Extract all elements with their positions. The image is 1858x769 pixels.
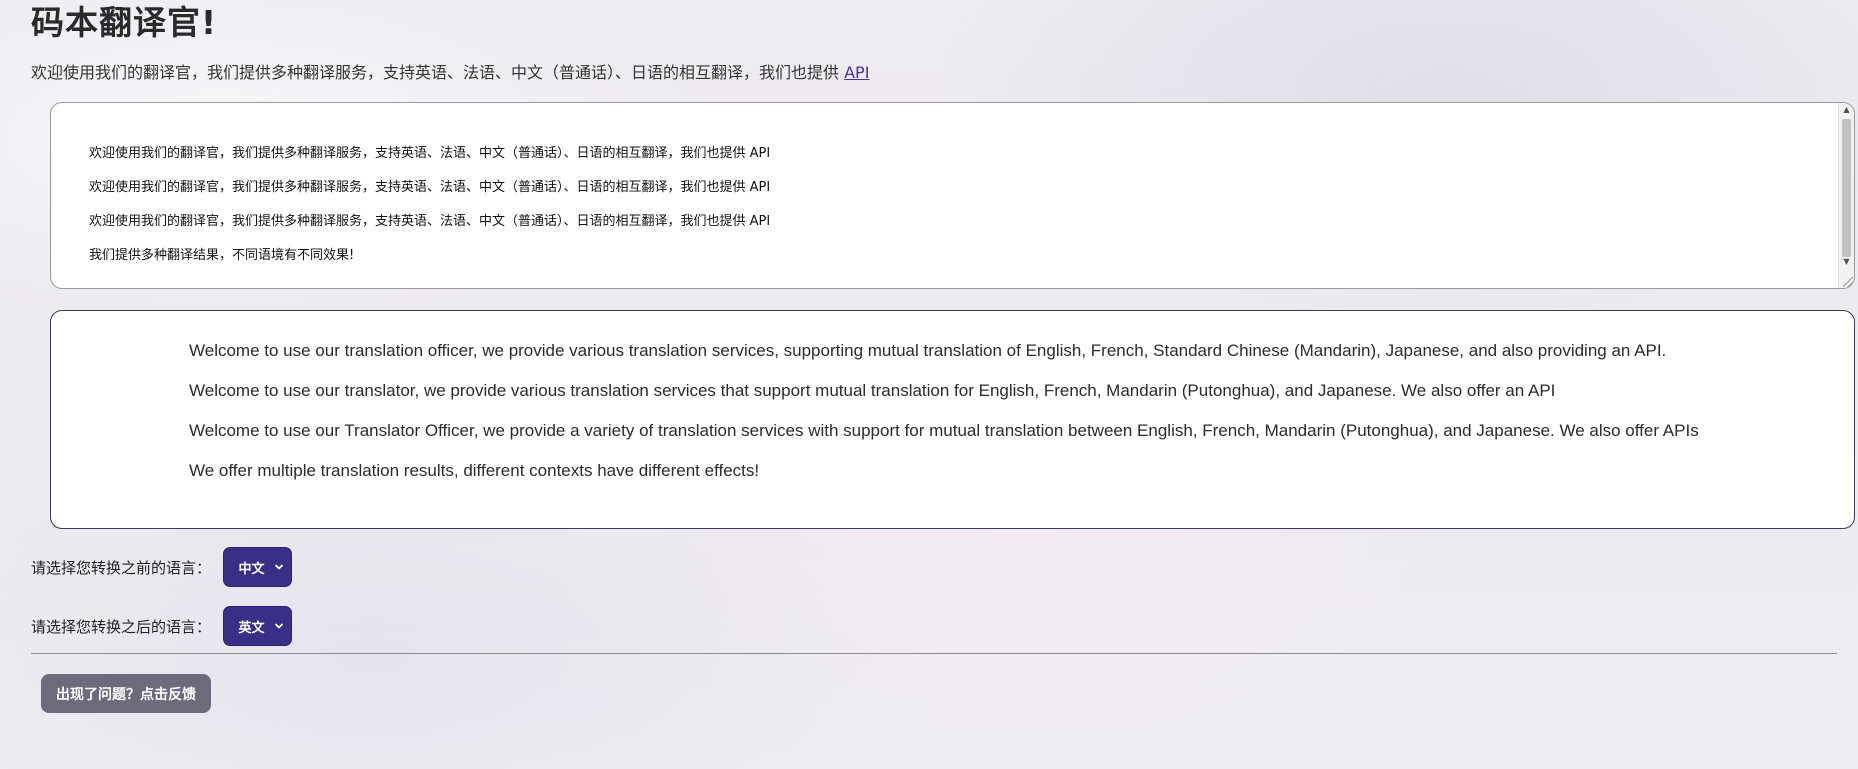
- source-scrollbar[interactable]: ▲ ▼: [1838, 103, 1854, 288]
- source-language-row: 请选择您转换之前的语言： 中文: [31, 547, 293, 587]
- result-line: Welcome to use our translator, we provid…: [189, 381, 1556, 400]
- translation-result-lines: Welcome to use our translation officer, …: [189, 339, 1699, 499]
- source-line: 欢迎使用我们的翻译官，我们提供多种翻译服务，支持英语、法语、中文（普通话）、日语…: [89, 146, 771, 161]
- result-line: We offer multiple translation results, d…: [189, 461, 760, 480]
- source-line: 欢迎使用我们的翻译官，我们提供多种翻译服务，支持英语、法语、中文（普通话）、日语…: [89, 214, 771, 229]
- translation-result-box: Welcome to use our translation officer, …: [50, 310, 1855, 529]
- source-line: 我们提供多种翻译结果，不同语境有不同效果!: [89, 248, 355, 263]
- intro-description: 欢迎使用我们的翻译官，我们提供多种翻译服务，支持英语、法语、中文（普通话）、日语…: [31, 63, 845, 82]
- result-line: Welcome to use our Translator Officer, w…: [189, 421, 1699, 440]
- source-text-lines: 欢迎使用我们的翻译官，我们提供多种翻译服务，支持英语、法语、中文（普通话）、日语…: [89, 141, 770, 277]
- api-link[interactable]: API: [844, 63, 869, 82]
- chevron-down-icon: [275, 623, 283, 629]
- source-language-select[interactable]: 中文: [223, 547, 293, 587]
- chevron-down-icon: [275, 564, 283, 570]
- page-title: 码本翻译官!: [31, 3, 218, 42]
- source-language-value: 中文: [238, 561, 265, 577]
- source-line: 欢迎使用我们的翻译官，我们提供多种翻译服务，支持英语、法语、中文（普通话）、日语…: [89, 180, 771, 195]
- scroll-up-icon[interactable]: ▲: [1839, 103, 1854, 117]
- target-language-label: 请选择您转换之后的语言：: [31, 617, 212, 636]
- feedback-button[interactable]: 出现了问题？点击反馈: [41, 674, 211, 713]
- target-language-row: 请选择您转换之后的语言： 英文: [31, 606, 293, 646]
- divider: [31, 653, 1837, 654]
- page: 码本翻译官! 欢迎使用我们的翻译官，我们提供多种翻译服务，支持英语、法语、中文（…: [0, 0, 1858, 769]
- resize-grip-icon[interactable]: [1843, 277, 1853, 287]
- target-language-value: 英文: [238, 620, 265, 636]
- source-language-label: 请选择您转换之前的语言：: [31, 558, 212, 577]
- result-line: Welcome to use our translation officer, …: [189, 341, 1667, 360]
- intro-text: 欢迎使用我们的翻译官，我们提供多种翻译服务，支持英语、法语、中文（普通话）、日语…: [31, 61, 869, 85]
- scrollbar-thumb[interactable]: [1842, 119, 1851, 257]
- scroll-down-icon[interactable]: ▼: [1839, 255, 1854, 269]
- source-text-area[interactable]: 欢迎使用我们的翻译官，我们提供多种翻译服务，支持英语、法语、中文（普通话）、日语…: [50, 102, 1855, 289]
- target-language-select[interactable]: 英文: [223, 606, 293, 646]
